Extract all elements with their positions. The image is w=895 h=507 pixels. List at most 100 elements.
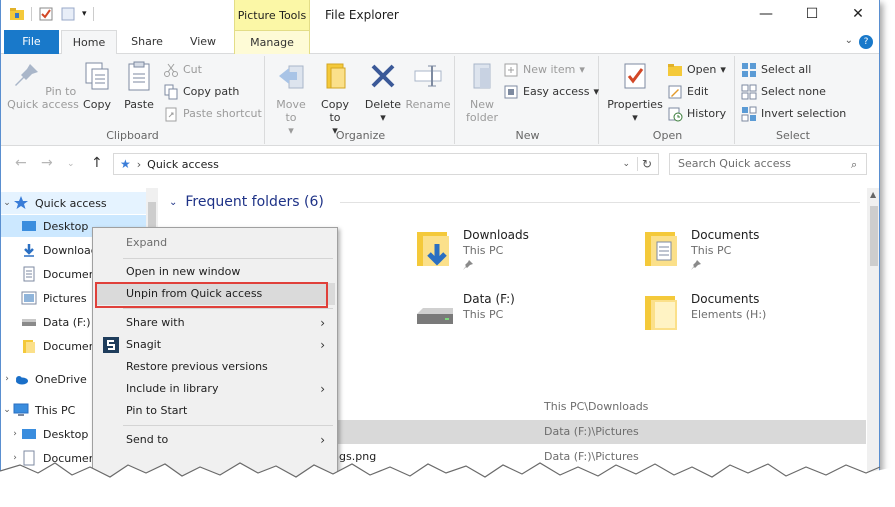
menu-item-expand[interactable]: Expand <box>95 232 335 254</box>
delete-button[interactable]: Delete ▾ <box>363 60 403 124</box>
chevron-right-icon[interactable]: › <box>9 429 21 439</box>
back-arrow-icon[interactable]: ← <box>15 155 27 171</box>
context-menu: Expand Open in new window Unpin from Qui… <box>92 227 338 487</box>
frequent-folders-header[interactable]: ⌄ Frequent folders (6) <box>169 194 860 210</box>
tab-manage[interactable]: Manage <box>234 30 310 54</box>
new-folder-button[interactable]: New folder <box>463 60 501 124</box>
address-bar[interactable]: ★ › Quick access ⌄ ↻ <box>113 153 659 175</box>
document-icon <box>23 266 35 282</box>
hard-drive-icon <box>417 308 453 324</box>
select-all-button[interactable]: Select all <box>741 60 811 80</box>
folder-tile-documents-elements[interactable]: Documents Elements (H:) <box>641 290 841 342</box>
menu-item-open-new-window[interactable]: Open in new window <box>95 261 335 283</box>
ribbon: Pin to Quick access Copy Paste Cut Copy … <box>1 54 879 146</box>
close-button[interactable]: ✕ <box>835 0 879 30</box>
paste-shortcut-icon <box>165 107 177 122</box>
chevron-right-icon[interactable]: › <box>1 374 13 384</box>
chevron-right-icon: › <box>320 338 325 352</box>
new-item-button[interactable]: New item ▾ <box>503 60 585 80</box>
address-dropdown-icon[interactable]: ⌄ <box>622 159 630 169</box>
copy-button[interactable]: Copy <box>79 60 115 111</box>
invert-selection-button[interactable]: Invert selection <box>741 104 846 124</box>
delete-icon <box>371 64 395 88</box>
properties-button[interactable]: Properties ▾ <box>605 60 665 124</box>
tab-file[interactable]: File <box>4 30 59 54</box>
history-icon <box>668 107 683 122</box>
pin-icon <box>691 260 701 270</box>
downloads-folder-icon <box>417 232 449 266</box>
chevron-down-icon[interactable]: ⌄ <box>845 35 853 46</box>
menu-separator <box>123 308 333 309</box>
copy-to-icon <box>326 63 346 89</box>
folder-tile-data-drive[interactable]: Data (F:) This PC <box>413 290 613 342</box>
minimize-button[interactable]: — <box>743 0 789 30</box>
scissors-icon <box>164 63 178 77</box>
edit-button[interactable]: Edit <box>667 82 708 102</box>
menu-item-restore-previous-versions[interactable]: Restore previous versions <box>95 356 335 378</box>
content-scroll-thumb[interactable] <box>870 206 878 266</box>
pin-to-quick-access-button[interactable]: Pin to Quick access <box>7 60 79 111</box>
forward-arrow-icon[interactable]: → <box>41 155 53 171</box>
folder-icon <box>10 8 24 20</box>
select-group: Select all Select none Invert selection … <box>737 56 849 144</box>
address-row: ← → ⌄ ↑ ★ › Quick access ⌄ ↻ Search Quic… <box>1 147 879 181</box>
maximize-button[interactable]: ☐ <box>789 0 835 30</box>
chevron-right-icon: › <box>320 433 325 447</box>
chevron-right-icon: › <box>320 382 325 396</box>
content-scrollbar[interactable]: ▲ <box>867 188 879 477</box>
menu-item-pin-to-start[interactable]: Pin to Start <box>95 400 335 422</box>
easy-access-button[interactable]: Easy access ▾ <box>503 82 599 102</box>
search-icon[interactable]: ⌕ <box>851 158 857 172</box>
ribbon-tabs: File Home Share View Manage ⌄ ? <box>1 30 879 55</box>
copy-path-button[interactable]: Copy path <box>163 82 239 102</box>
nav-item-quick-access[interactable]: ⌄ Quick access <box>1 192 146 214</box>
paste-shortcut-button[interactable]: Paste shortcut <box>163 104 262 124</box>
new-item-icon <box>504 63 518 77</box>
rename-icon <box>414 65 442 87</box>
picture-tools-label: Picture Tools <box>234 0 310 30</box>
move-to-button[interactable]: Move to ▾ <box>271 60 311 137</box>
chevron-down-icon[interactable]: ⌄ <box>1 198 13 208</box>
menu-item-send-to[interactable]: Send to › <box>95 429 335 451</box>
select-none-button[interactable]: Select none <box>741 82 826 102</box>
open-group: Properties ▾ Open ▾ Edit History Open <box>601 56 735 144</box>
search-input[interactable]: Search Quick access <box>669 153 867 175</box>
organize-group: Move to ▾ Copy to ▾ Delete ▾ Rename Organiz… <box>267 56 455 144</box>
new-label: New <box>515 129 540 142</box>
new-folder-small-icon[interactable] <box>60 6 76 22</box>
menu-item-share-with[interactable]: Share with › <box>95 312 335 334</box>
tab-view[interactable]: View <box>177 30 229 54</box>
properties-check-icon[interactable] <box>38 6 54 22</box>
open-label: Open <box>652 129 683 142</box>
pin-icon <box>463 260 473 270</box>
chevron-down-icon[interactable]: ⌄ <box>1 405 13 415</box>
chevron-down-icon[interactable]: ⌄ <box>169 197 177 208</box>
cut-button[interactable]: Cut <box>163 60 202 80</box>
clipboard-group: Pin to Quick access Copy Paste Cut Copy … <box>1 56 265 144</box>
scroll-up-icon[interactable]: ▲ <box>870 190 876 199</box>
recent-locations-chevron-icon[interactable]: ⌄ <box>67 159 75 169</box>
menu-item-snagit[interactable]: Snagit › <box>95 334 335 356</box>
rename-button[interactable]: Rename <box>405 60 451 111</box>
history-button[interactable]: History <box>667 104 726 124</box>
cloud-icon <box>16 376 28 385</box>
breadcrumb-quick-access[interactable]: Quick access <box>147 158 219 171</box>
tab-home[interactable]: Home <box>61 30 117 55</box>
clipboard-label: Clipboard <box>106 129 159 142</box>
up-arrow-icon[interactable]: ↑ <box>91 155 103 171</box>
open-button[interactable]: Open ▾ <box>667 60 726 80</box>
refresh-icon[interactable]: ↻ <box>636 157 652 171</box>
folder-tile-downloads[interactable]: Downloads This PC <box>413 226 613 278</box>
pictures-icon <box>21 291 37 305</box>
select-none-icon <box>741 84 757 100</box>
menu-item-include-in-library[interactable]: Include in library › <box>95 378 335 400</box>
folder-tile-documents[interactable]: Documents This PC <box>641 226 841 278</box>
copy-to-button[interactable]: Copy to ▾ <box>315 60 355 137</box>
paste-button[interactable]: Paste <box>119 60 159 111</box>
tab-share[interactable]: Share <box>121 30 173 54</box>
folder-icon <box>645 296 677 330</box>
download-arrow-icon <box>24 244 34 257</box>
qat-dropdown-icon[interactable]: ▾ <box>82 9 87 19</box>
folder-icon <box>23 340 35 353</box>
help-icon[interactable]: ? <box>859 35 873 49</box>
